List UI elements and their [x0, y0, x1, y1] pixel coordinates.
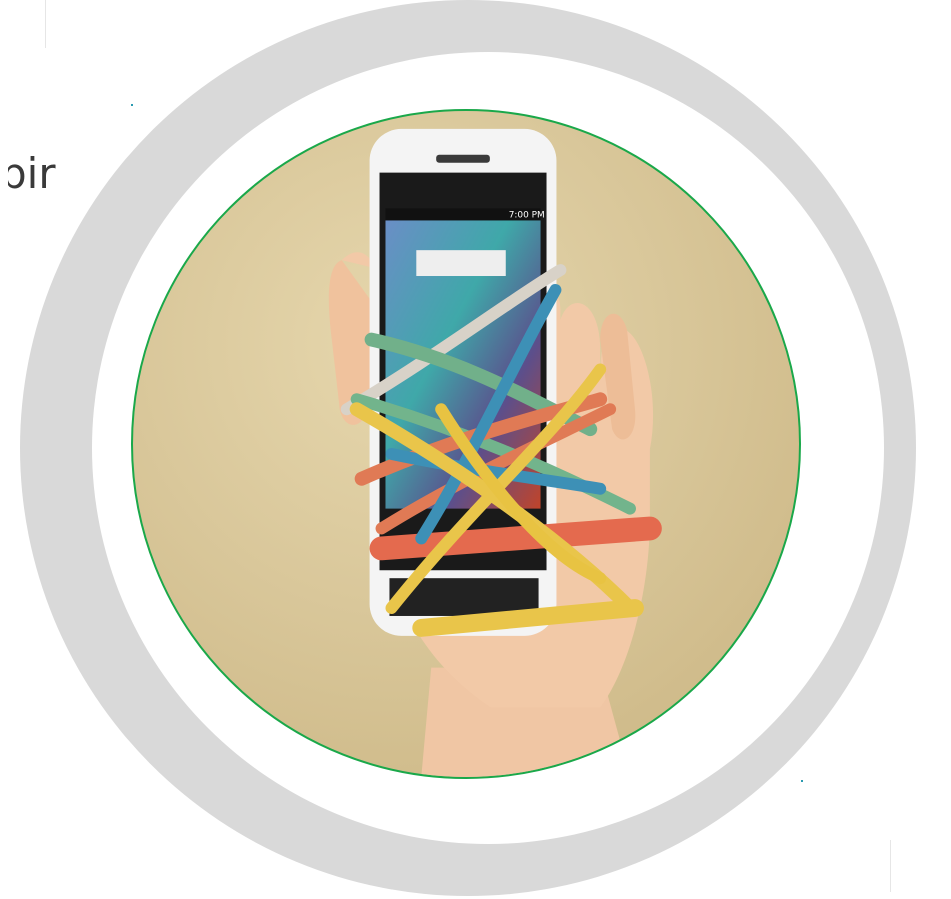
- page-canvas: bir 7:00 PM: [0, 0, 951, 899]
- vertical-divider-top: [45, 0, 46, 48]
- vertical-divider-bottom: [890, 840, 891, 892]
- partial-heading-text: bir: [0, 149, 56, 198]
- decorative-dot: [131, 104, 133, 106]
- decorative-dot: [801, 780, 803, 782]
- phone-status-time: 7:00 PM: [509, 210, 545, 220]
- circular-photo: 7:00 PM: [131, 109, 801, 779]
- hand-phone-rubber-bands-illustration: 7:00 PM: [328, 128, 662, 777]
